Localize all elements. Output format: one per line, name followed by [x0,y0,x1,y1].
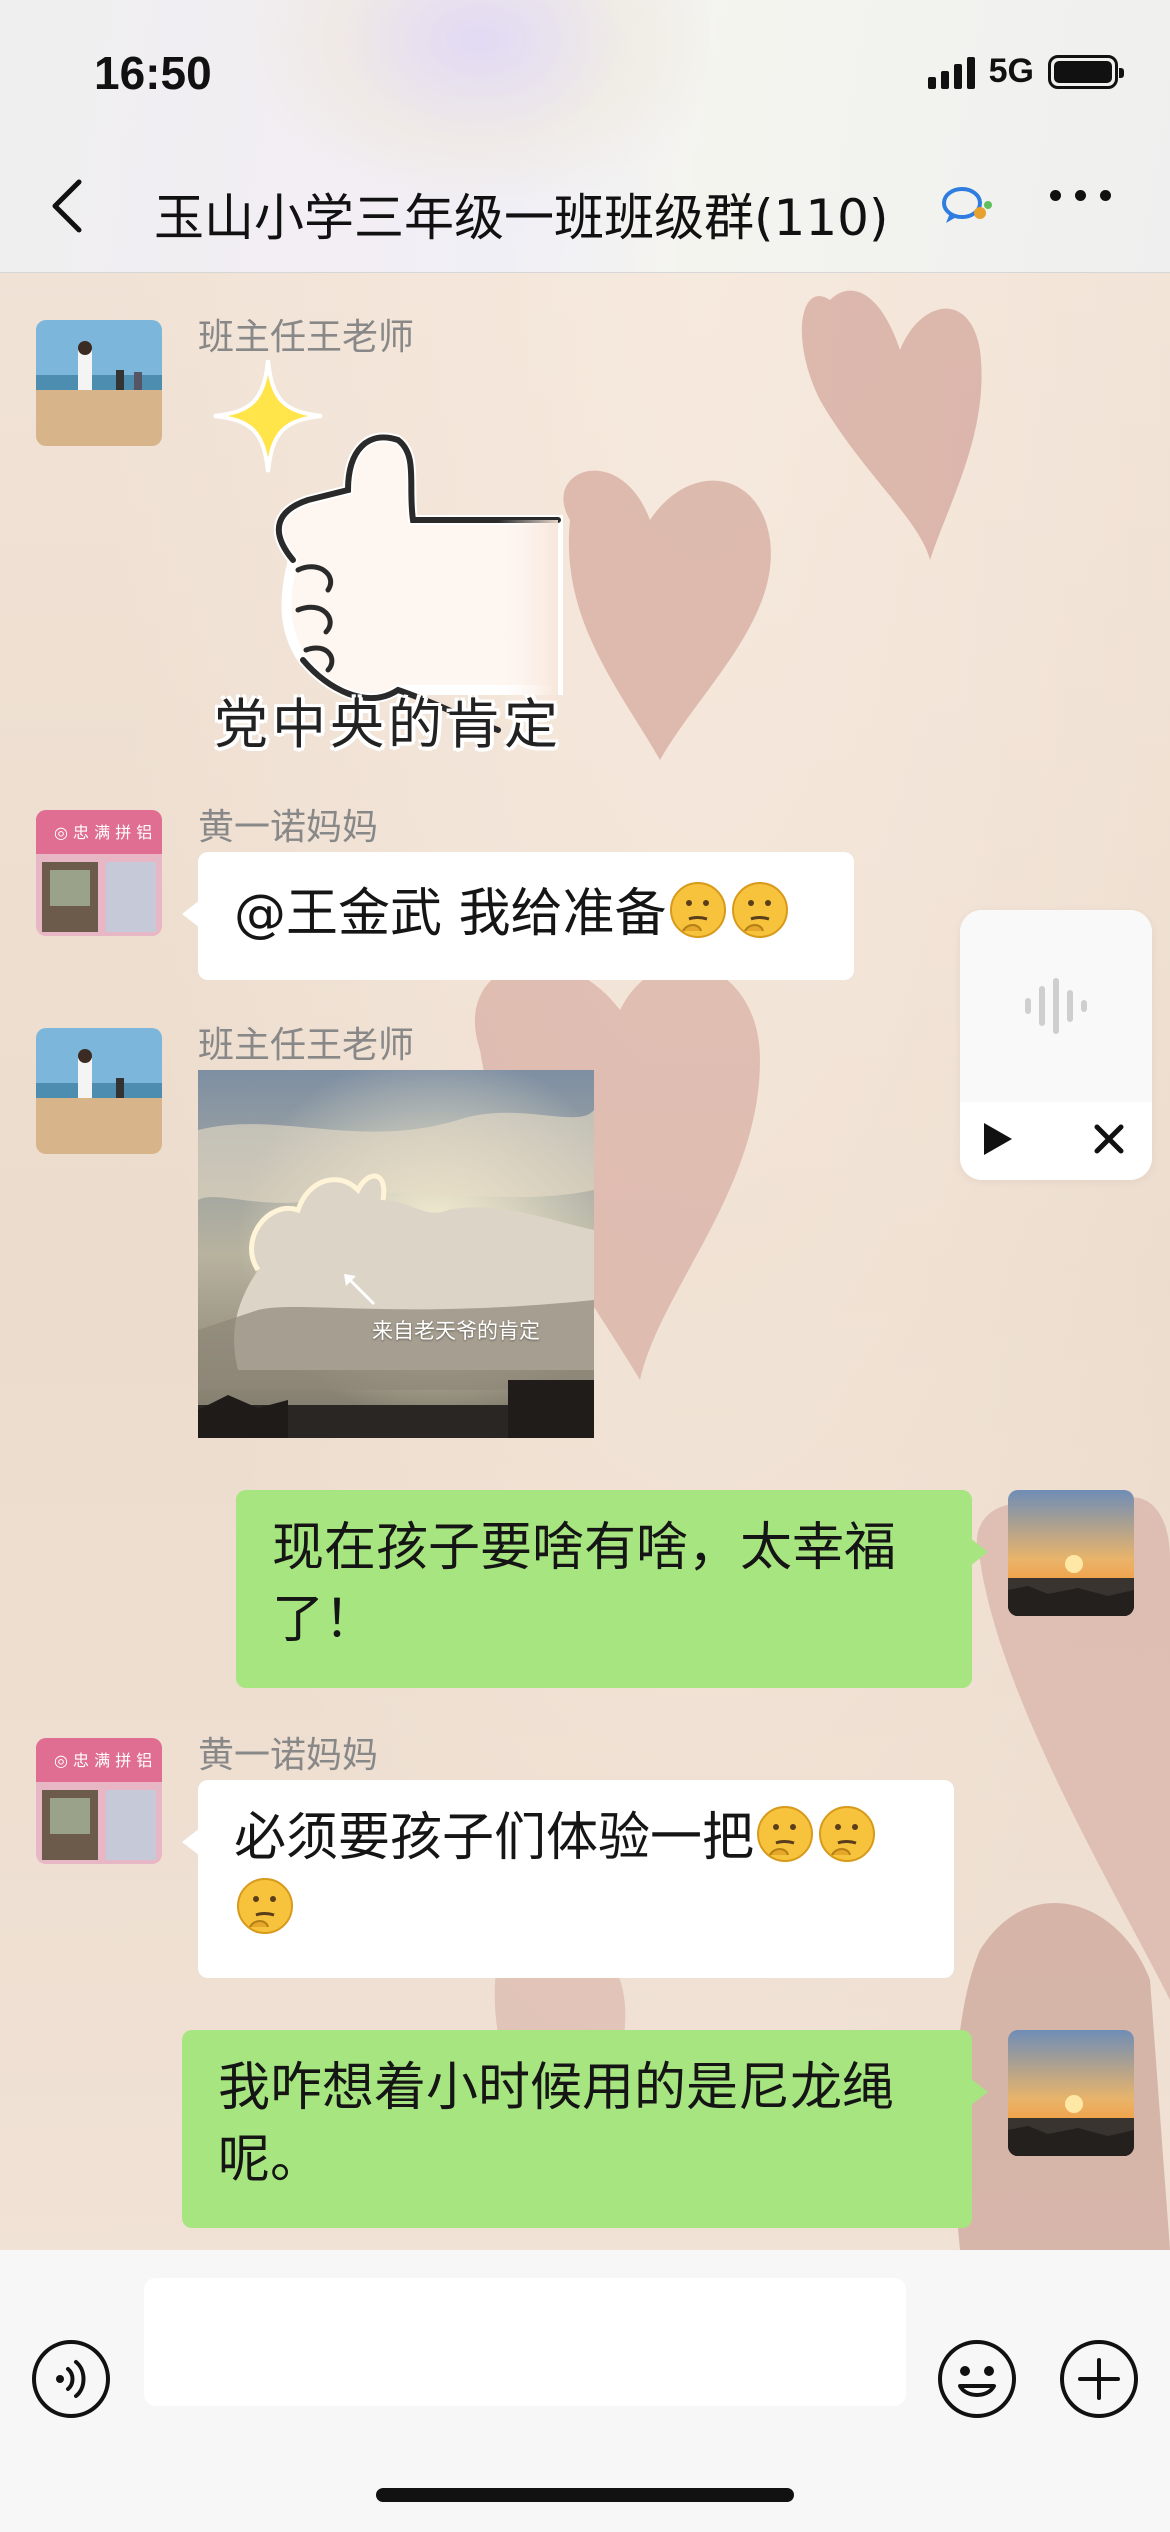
thinking-emoji-icon [237,1878,293,1934]
status-time: 16:50 [94,47,212,99]
avatar[interactable] [36,320,162,446]
message-text: @王金武 我给准备 [234,884,667,944]
avatar[interactable] [36,1028,162,1154]
close-icon[interactable] [1094,1124,1124,1158]
my-avatar[interactable] [1008,2030,1134,2156]
plus-icon[interactable] [1058,2338,1140,2420]
sender-name: 黄一诺妈妈 [198,1735,379,1776]
message-bubble[interactable]: 必须要孩子们体验一把 [182,1780,954,1978]
message-text: 我咋想着小时候用的是尼龙绳呢。 [218,2058,895,2190]
thinking-emoji-icon [669,882,726,938]
home-indicator[interactable] [376,2488,794,2502]
message-bubble[interactable]: 我咋想着小时候用的是尼龙绳呢。 [182,2030,988,2228]
message-text: 必须要孩子们体验一把 [234,1808,755,1868]
back-icon[interactable] [42,176,92,236]
battery-icon [1048,54,1124,89]
network-label: 5G [988,52,1034,90]
sender-name: 班主任王老师 [198,317,415,358]
sticker-text: 党中央的肯定 [214,693,562,756]
svg-text:◎ 忠 满 拼 铝: ◎ 忠 满 拼 铝 [54,1751,152,1770]
message-image[interactable]: 来自老天爷的肯定 [198,1070,594,1438]
status-glow [250,0,710,200]
svg-text:◎ 忠 满 拼 铝: ◎ 忠 满 拼 铝 [54,823,152,842]
top-bar: 16:50 5G 玉山小学三年级一班班级群(110) [0,0,1170,273]
floating-audio-panel[interactable] [960,910,1152,1180]
emoji-icon[interactable] [936,2338,1018,2420]
more-icon[interactable] [1050,190,1111,201]
message-text: 现在孩子要啥有啥，太幸福了！ [272,1518,897,1650]
message-input[interactable] [144,2278,906,2406]
play-icon[interactable] [982,1121,1014,1161]
status-indicators: 5G [927,52,1124,91]
thinking-emoji-icon [819,1806,876,1862]
avatar[interactable]: ◎ 忠 满 拼 铝 [36,1738,162,1864]
sender-name: 班主任王老师 [198,1025,415,1066]
group-chat-icon[interactable] [940,185,994,233]
signal-icon [927,55,975,89]
message-bubble[interactable]: @王金武 我给准备 [182,852,854,980]
thinking-emoji-icon [731,882,788,938]
voice-wave-icon [960,910,1152,1102]
avatar[interactable]: ◎ 忠 满 拼 铝 [36,810,162,936]
message-bubble[interactable]: 现在孩子要啥有啥，太幸福了！ [236,1490,988,1688]
chat-title[interactable]: 玉山小学三年级一班班级群(110) [154,178,888,250]
chat-area[interactable]: 班主任王老师 党中央的肯定 ◎ 忠 满 拼 铝 黄一诺妈妈 @王金武 我给准备 … [0,274,1170,2250]
voice-mode-icon[interactable] [30,2338,112,2420]
thinking-emoji-icon [757,1806,814,1862]
sender-name: 黄一诺妈妈 [198,807,379,848]
image-caption: 来自老天爷的肯定 [372,1319,540,1343]
my-avatar[interactable] [1008,1490,1134,1616]
